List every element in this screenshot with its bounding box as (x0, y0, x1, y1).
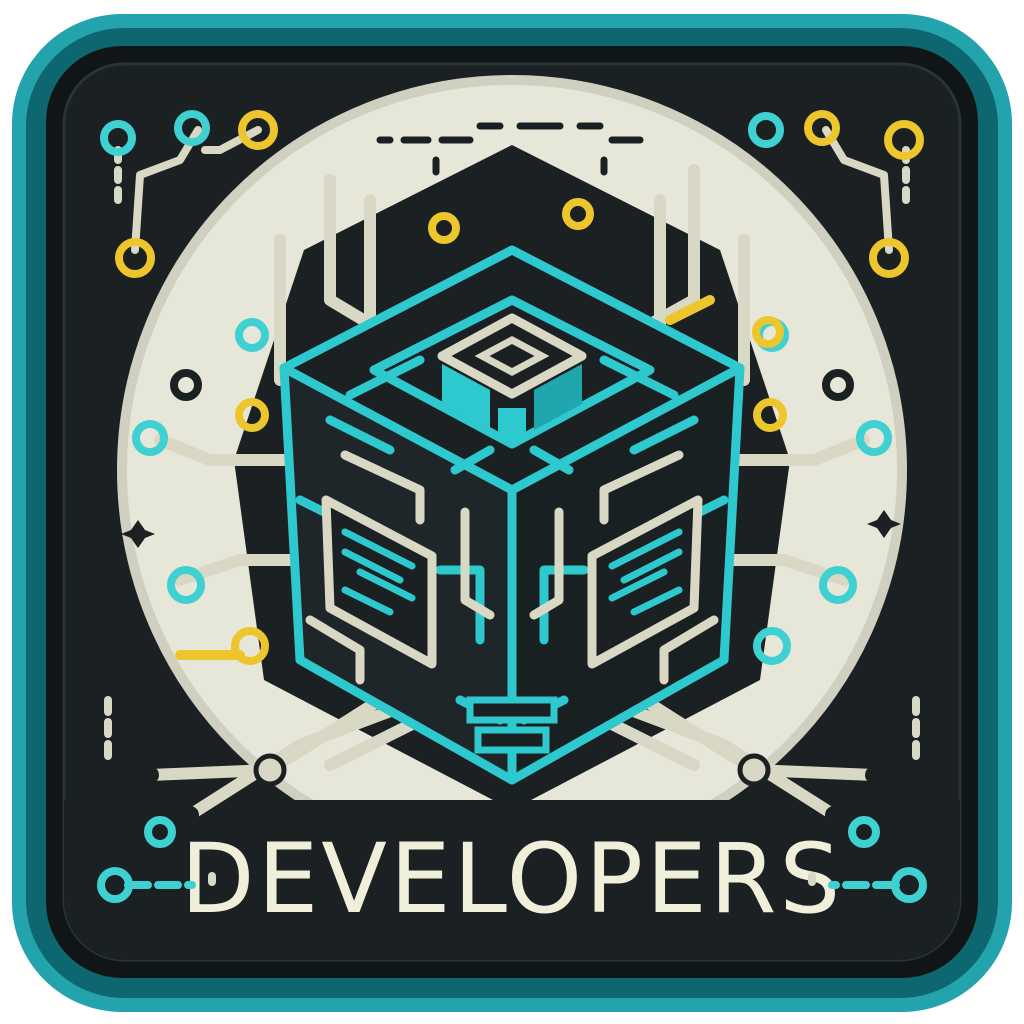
developers-badge: DEVELOPERS (0, 0, 1024, 1024)
cube-core-block-front (498, 408, 526, 440)
badge-artwork: DEVELOPERS (12, 14, 1012, 1012)
badge-title: DEVELOPERS (181, 823, 844, 935)
